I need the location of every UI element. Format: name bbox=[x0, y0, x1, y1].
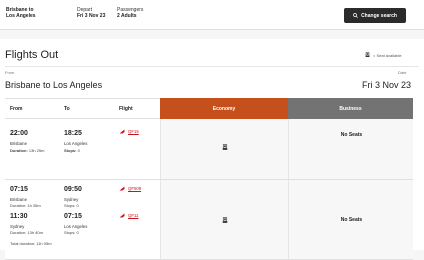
leg1-departure-place: Brisbane bbox=[10, 197, 27, 202]
business-seat-cell: No Seats bbox=[288, 119, 413, 179]
qantas-kangaroo-icon bbox=[119, 186, 125, 191]
leg2-departure-time: 11:30 bbox=[10, 213, 28, 220]
no-seats-label: No Seats bbox=[340, 132, 363, 138]
route-summary-line2: Los Angeles bbox=[6, 13, 36, 20]
stops-label: Stops: bbox=[64, 148, 77, 153]
header-economy: Economy bbox=[160, 98, 288, 119]
flight-number-link[interactable]: QF15 bbox=[128, 129, 139, 134]
departure-time: 22:00 bbox=[10, 130, 28, 137]
seat-icon bbox=[365, 52, 370, 57]
seat-legend-text: = Seat available bbox=[373, 52, 402, 58]
route-heading: Brisbane to Los Angeles bbox=[5, 80, 103, 90]
departure-place: Brisbane bbox=[10, 141, 27, 146]
duration-label: Duration: bbox=[10, 148, 28, 153]
economy-seat-cell[interactable] bbox=[160, 180, 288, 259]
flights-out-panel: Flights Out = Seat available From Date B… bbox=[0, 39, 424, 260]
depart-summary: Depart Fri 3 Nov 23 bbox=[77, 7, 105, 19]
total-duration-value: 11h 05m bbox=[36, 241, 52, 246]
header-business-label: Business bbox=[339, 105, 362, 112]
flight-details-cell: 22:00 Brisbane Duration: 13h 25m 18:25 L… bbox=[5, 119, 160, 179]
qantas-kangaroo-icon bbox=[119, 213, 125, 218]
from-label: From bbox=[5, 70, 15, 75]
leg2-arrival-place: Los Angeles bbox=[64, 224, 88, 229]
leg1-departure-time: 07:15 bbox=[10, 186, 28, 193]
leg2-departure-place: Sydney bbox=[10, 224, 25, 229]
duration-value: 13h 25m bbox=[28, 148, 45, 153]
date-heading: Fri 3 Nov 23 bbox=[362, 80, 412, 90]
arrival-time: 18:25 bbox=[64, 130, 82, 137]
seat-icon bbox=[222, 217, 228, 223]
stops-value: 0 bbox=[77, 148, 80, 153]
title-divider bbox=[5, 66, 419, 67]
leg1-stops: Stops: 0 bbox=[64, 203, 79, 208]
passengers-summary: Passengers 2 Adults bbox=[117, 7, 143, 19]
leg2-arrival-time: 07:15 bbox=[64, 213, 82, 220]
date-label: Date bbox=[398, 70, 407, 75]
economy-seat-cell[interactable] bbox=[160, 119, 288, 179]
flight-details-cell: 07:15 Brisbane Duration: 1h 35m 09:50 Sy… bbox=[5, 180, 160, 259]
leg1-flight-number-link[interactable]: QF509 bbox=[128, 186, 141, 191]
header-business: Business bbox=[288, 98, 413, 119]
no-seats-label: No Seats bbox=[340, 217, 363, 223]
passengers-value: 2 Adults bbox=[117, 13, 137, 20]
stops: Stops: 0 bbox=[64, 148, 80, 153]
table-header-left: From To Flight bbox=[5, 98, 160, 119]
seat-legend: = Seat available bbox=[365, 52, 402, 58]
header-flight: Flight bbox=[119, 105, 133, 112]
qantas-kangaroo-icon bbox=[119, 129, 125, 134]
leg2-duration: Duration: 13h 40m bbox=[10, 230, 43, 235]
page-title: Flights Out bbox=[5, 49, 59, 61]
leg1-arrival-time: 09:50 bbox=[64, 186, 82, 193]
change-search-label: Change search bbox=[361, 12, 397, 19]
leg2-stops: Stops: 0 bbox=[64, 230, 79, 235]
leg1-duration: Duration: 1h 35m bbox=[10, 203, 41, 208]
duration: Duration: 13h 25m bbox=[10, 148, 44, 153]
route-summary: Brisbane to Los Angeles bbox=[6, 7, 36, 19]
table-row: 07:15 Brisbane Duration: 1h 35m 09:50 Sy… bbox=[5, 180, 413, 260]
table-row: 22:00 Brisbane Duration: 13h 25m 18:25 L… bbox=[5, 119, 413, 180]
change-search-button[interactable]: Change search bbox=[344, 8, 406, 23]
flight-results-table: From To Flight Economy Business 22:00 Br… bbox=[5, 98, 413, 260]
header-from: From bbox=[10, 105, 23, 112]
total-duration-label: Total duration: bbox=[10, 241, 36, 246]
business-seat-cell: No Seats bbox=[288, 180, 413, 259]
leg1-arrival-place: Sydney bbox=[64, 197, 79, 202]
header-economy-label: Economy bbox=[212, 105, 236, 112]
header-to: To bbox=[64, 105, 70, 112]
seat-icon bbox=[222, 144, 228, 150]
search-icon bbox=[353, 13, 358, 18]
search-summary-bar: Brisbane to Los Angeles Depart Fri 3 Nov… bbox=[0, 0, 424, 30]
depart-value: Fri 3 Nov 23 bbox=[77, 13, 106, 20]
arrival-place: Los Angeles bbox=[64, 141, 88, 146]
leg2-flight-number-link[interactable]: QF11 bbox=[128, 213, 138, 218]
total-duration: Total duration: 11h 05m bbox=[10, 241, 52, 246]
